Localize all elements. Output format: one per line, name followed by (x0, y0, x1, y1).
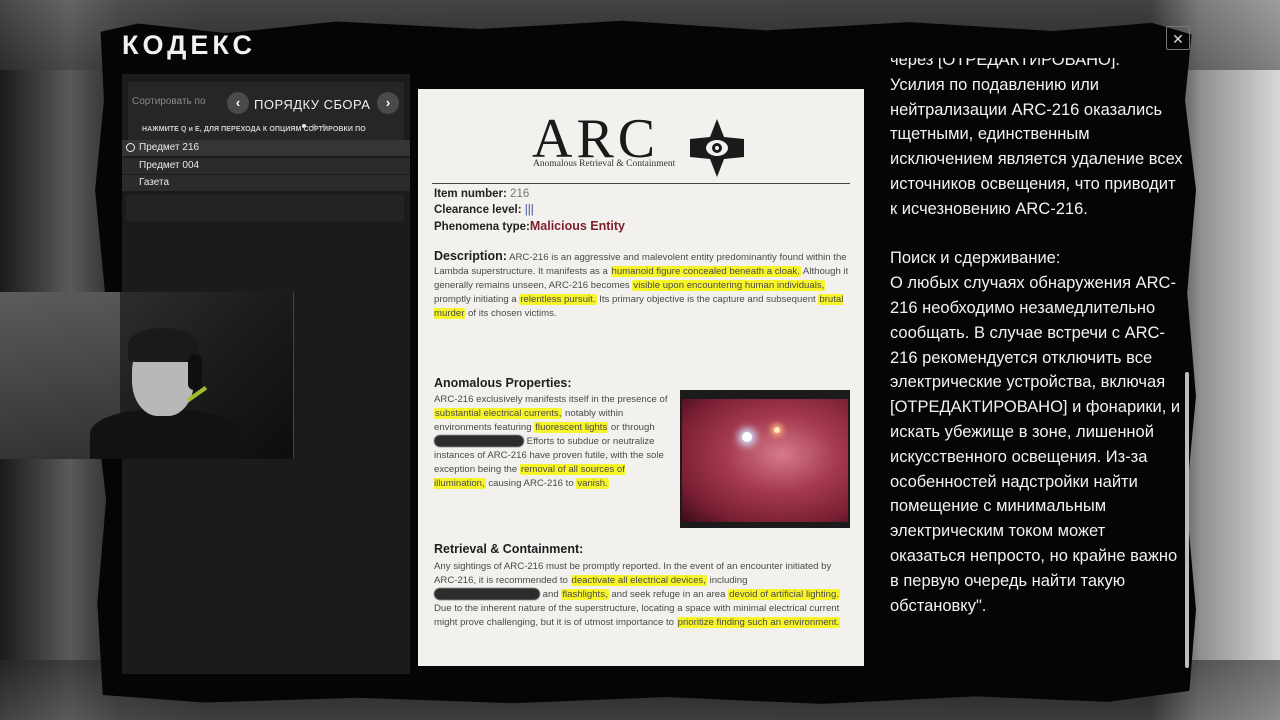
document-page: ARC Anomalous Retrieval & Containment It… (418, 89, 864, 666)
list-item-label: Предмет 004 (139, 159, 200, 171)
codex-title: КОДЕКС (122, 30, 256, 60)
description-paragraph: Description: ARC-216 is an aggressive an… (434, 249, 854, 321)
arc-cross-eye-icon (690, 119, 744, 177)
highlight: humanoid figure concealed beneath a cloa… (610, 266, 801, 277)
redaction-mark (434, 588, 540, 601)
lore-scrollbar[interactable] (1185, 372, 1189, 668)
highlight: prioritize finding such an environment. (676, 617, 841, 628)
highlight: visible upon encountering human individu… (632, 280, 826, 291)
sort-hint: НАЖМИТЕ Q и E, ДЛЯ ПЕРЕХОДА К ОПЦИЯМ СОР… (142, 126, 366, 133)
phenomena-type: Malicious Entity (529, 219, 626, 233)
anomalous-heading: Anomalous Properties: (434, 376, 572, 390)
anomalous-text: causing ARC-216 to (485, 478, 577, 489)
lore-text-panel[interactable]: через [ОТРЕДАКТИРОВАНО]. Усилия по подав… (890, 58, 1184, 682)
anomalous-text: or through (608, 422, 655, 433)
retrieval-text: including (706, 575, 748, 586)
phenomena-label: Phenomena type: (434, 221, 530, 233)
highlight: deactivate all electrical devices, (570, 575, 707, 586)
close-button[interactable]: ✕ (1166, 26, 1190, 50)
entity-photo (680, 390, 850, 528)
clearance-label: Clearance level: (434, 204, 522, 216)
highlight: relentless pursuit. (519, 294, 597, 305)
list-item[interactable]: Предмет 216 (122, 140, 410, 156)
chevron-left-icon: ‹ (235, 95, 241, 110)
list-item-label: Предмет 216 (139, 142, 200, 153)
highlight: fluorescent lights (534, 422, 609, 433)
sort-label: Сортировать по (132, 96, 206, 107)
chevron-right-icon: › (385, 95, 391, 110)
sort-prev-button[interactable]: ‹ (227, 92, 249, 114)
retrieval-heading: Retrieval & Containment: (434, 542, 584, 556)
item-number: 216 (510, 188, 530, 200)
description-text: of its chosen victims. (465, 308, 557, 319)
highlight: vanish. (576, 478, 609, 489)
arc-logo-subtitle: Anomalous Retrieval & Containment (533, 159, 676, 169)
close-icon: ✕ (1172, 31, 1184, 47)
retrieval-paragraph: Any sightings of ARC-216 must be promptl… (434, 560, 854, 630)
lore-text: через [ОТРЕДАКТИРОВАНО]. Усилия по подав… (890, 58, 1183, 615)
sort-selector: Сортировать по ‹ ПОРЯДКУ СБОРА › НАЖМИТЕ… (128, 82, 404, 142)
list-item[interactable]: Предмет 004 (122, 157, 410, 174)
list-item-label: Газета (139, 177, 170, 188)
entity-photo-image (682, 399, 848, 522)
codex-item-list: Предмет 216 Предмет 004 Газета (122, 140, 410, 221)
description-heading: Description: (434, 249, 507, 263)
redaction-mark (434, 435, 524, 448)
retrieval-text: and (540, 589, 562, 600)
item-number-label: Item number: (434, 188, 507, 200)
anomalous-text: ARC-216 exclusively manifests itself in … (434, 394, 668, 405)
highlight: substantial electrical currents, (434, 408, 563, 419)
highlight: flashlights, (561, 589, 609, 600)
description-text: Its primary objective is the capture and… (596, 294, 819, 305)
webcam-streamer-body (90, 410, 240, 459)
clearance-level: ||| (524, 204, 534, 216)
list-empty-slot (126, 195, 404, 221)
description-text: promptly initiating a (434, 294, 520, 305)
anomalous-paragraph: ARC-216 exclusively manifests itself in … (434, 393, 674, 491)
retrieval-text: and seek refuge in an area (608, 589, 729, 600)
document-meta: Item number: 216 Clearance level: ||| Ph… (434, 186, 625, 235)
selected-radio-icon (126, 143, 135, 152)
divider (432, 183, 850, 184)
highlight: devoid of artificial lighting. (728, 589, 841, 600)
photo-light (774, 427, 780, 433)
webcam-overlay (0, 292, 294, 459)
sort-value: ПОРЯДКУ СБОРА (254, 97, 371, 112)
headset-icon (188, 354, 202, 390)
sort-next-button[interactable]: › (377, 92, 399, 114)
list-item[interactable]: Газета (122, 175, 410, 191)
photo-light (742, 432, 752, 442)
